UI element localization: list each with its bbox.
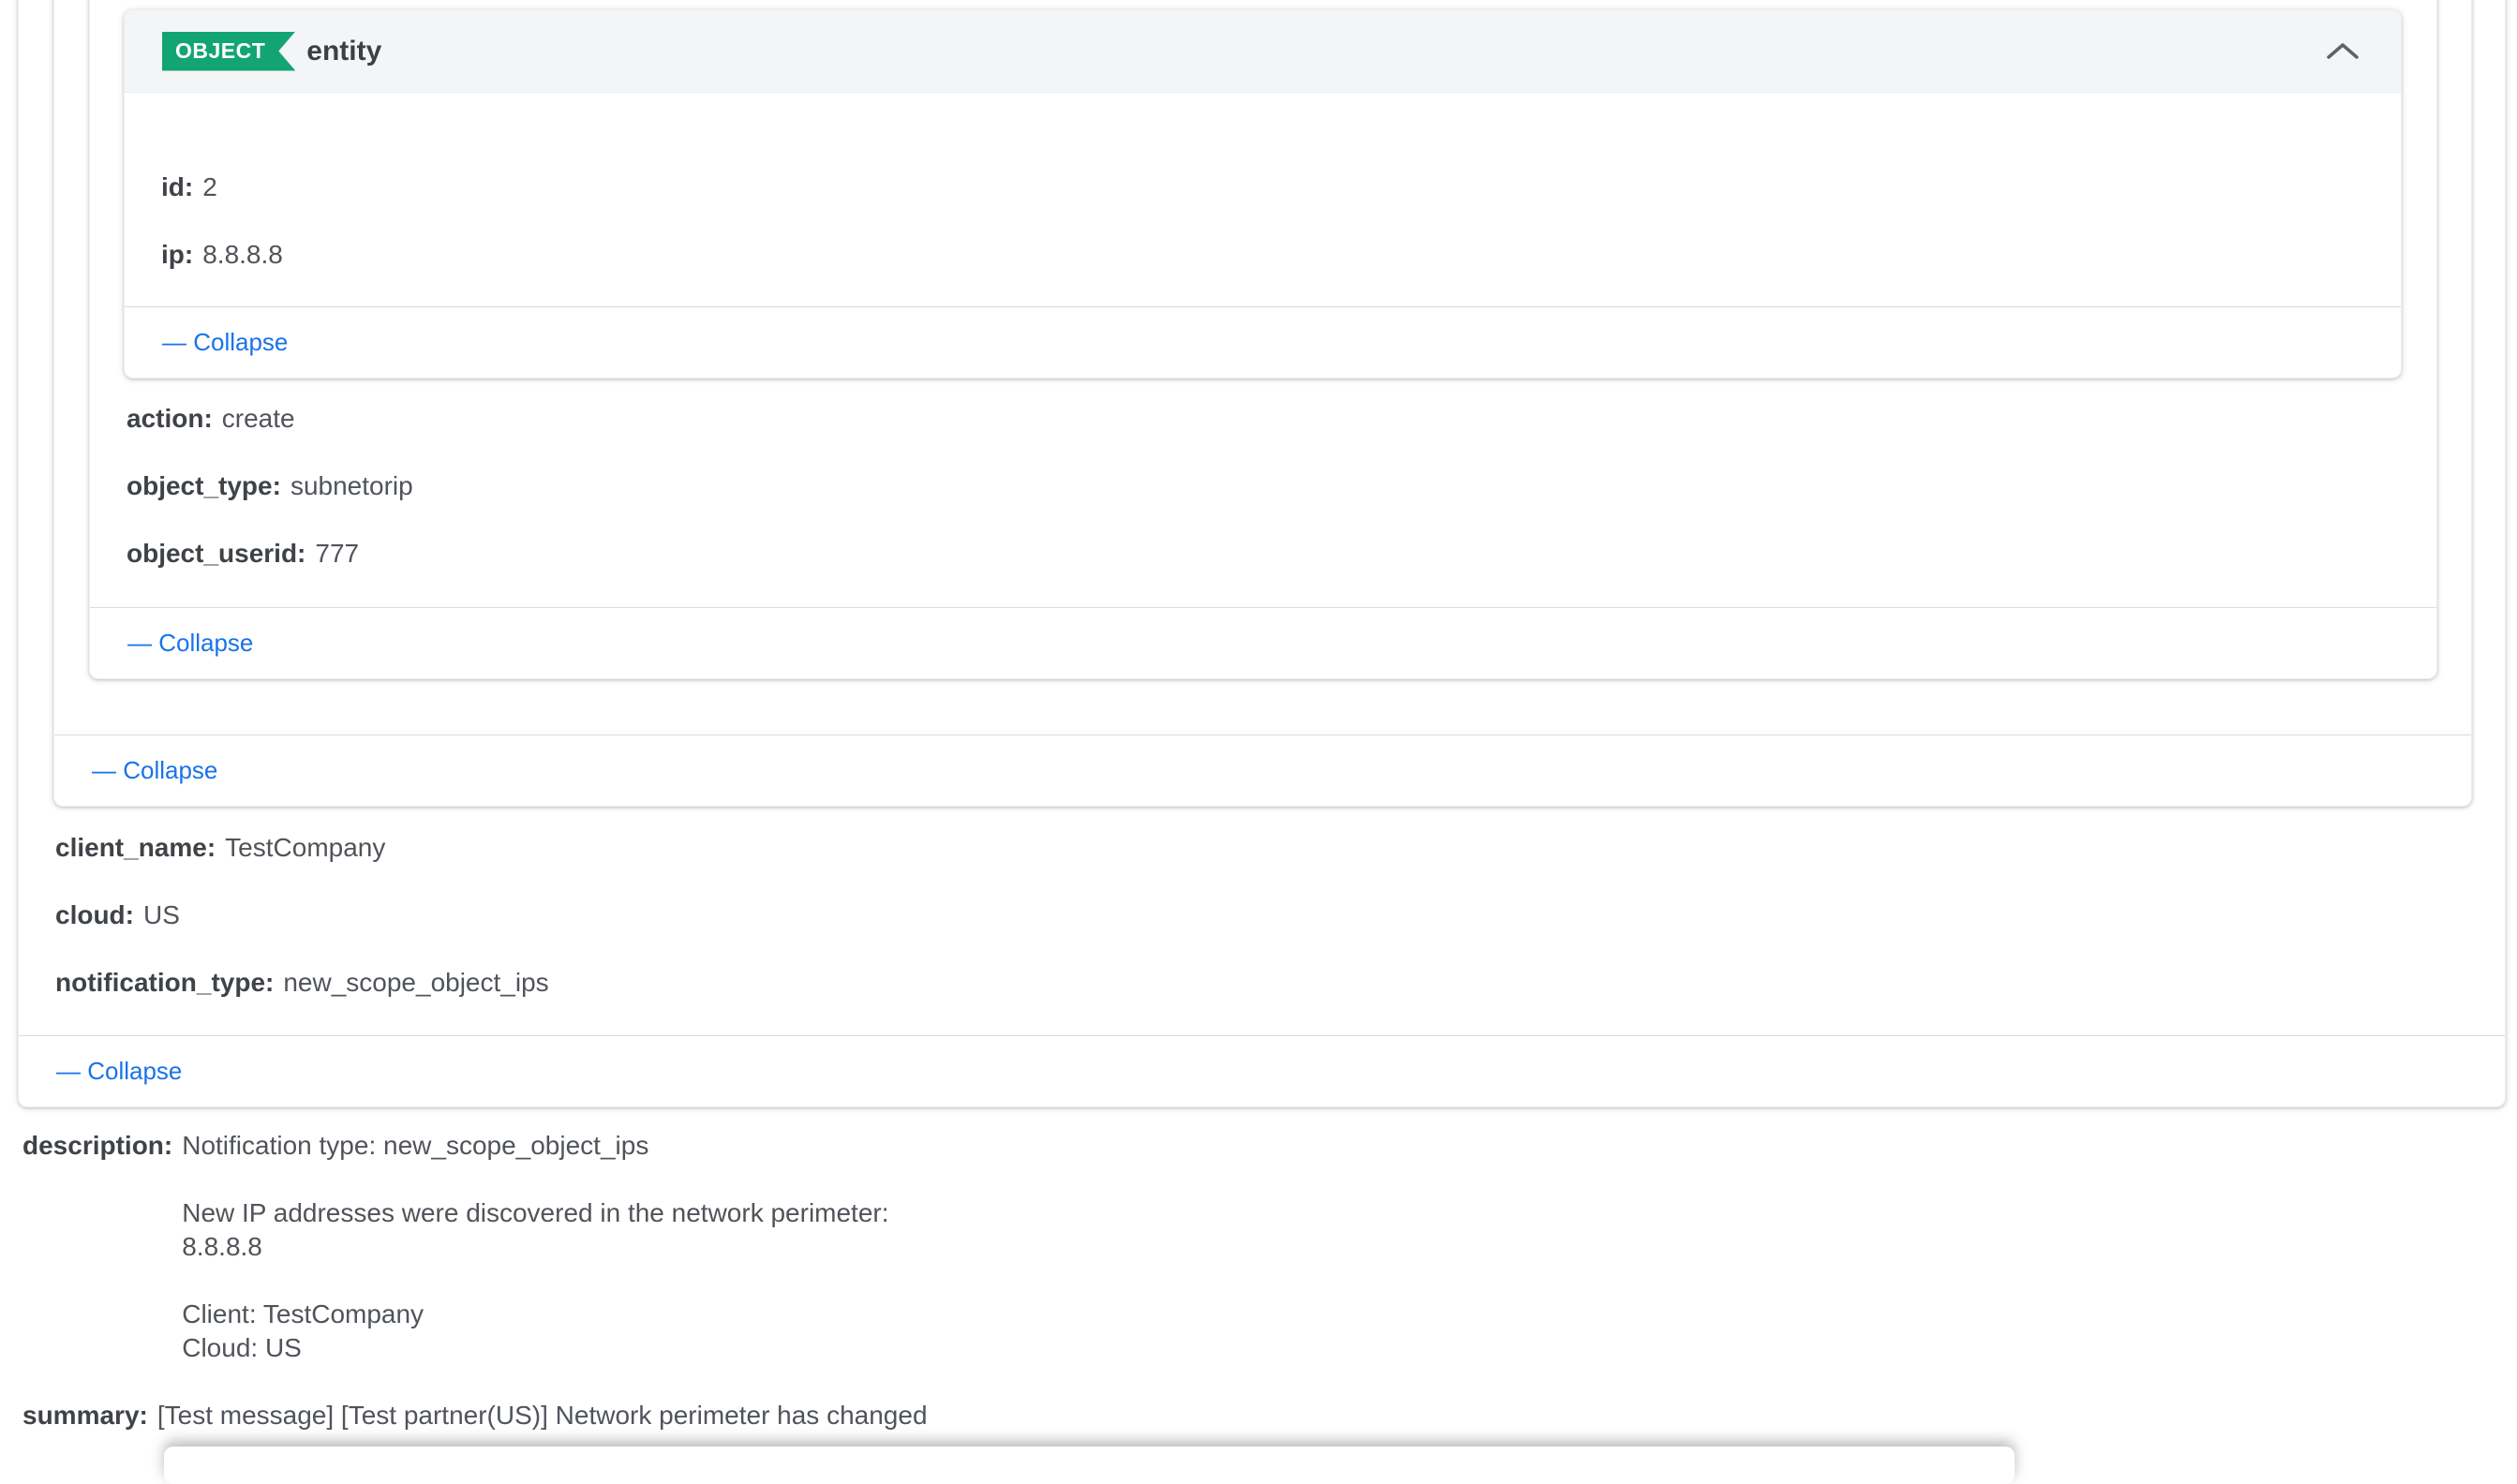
field-label-ip: ip:	[161, 240, 193, 269]
field-label-client-name: client_name:	[55, 833, 216, 862]
field-value-summary: [Test message] [Test partner(US)] Networ…	[157, 1399, 928, 1432]
entity-card-header: OBJECT entity	[125, 10, 2401, 93]
field-row-summary: summary: [Test message] [Test partner(US…	[22, 1399, 928, 1432]
field-row-description: description: Notification type: new_scop…	[22, 1129, 889, 1365]
field-value-object-userid: 777	[315, 539, 359, 568]
field-value-cloud: US	[143, 900, 180, 929]
field-value-description: Notification type: new_scope_object_ips …	[182, 1129, 888, 1365]
outer-collapse-link[interactable]: — Collapse	[56, 1057, 182, 1086]
field-row-notification-type: notification_type: new_scope_object_ips	[55, 967, 549, 999]
field-value-id: 2	[202, 172, 217, 201]
object-type-badge: OBJECT	[162, 32, 295, 71]
field-value-action: create	[222, 404, 295, 433]
field-value-notification-type: new_scope_object_ips	[283, 968, 548, 997]
field-value-client-name: TestCompany	[225, 833, 385, 862]
field-row-id: id: 2	[161, 171, 217, 203]
chevron-up-icon[interactable]	[2322, 31, 2363, 72]
notification-detail-page: { "colors": { "badge_green": "#12a573", …	[0, 0, 2517, 1443]
entity-card-title: entity	[306, 36, 381, 67]
field-value-object-type: subnetorip	[290, 471, 413, 500]
field-value-ip: 8.8.8.8	[202, 240, 283, 269]
object-collapse-link[interactable]: — Collapse	[127, 629, 253, 658]
field-row-action: action: create	[127, 403, 295, 435]
field-row-cloud: cloud: US	[55, 899, 180, 931]
field-label-cloud: cloud:	[55, 900, 134, 929]
field-label-notification-type: notification_type:	[55, 968, 274, 997]
entity-header-title-group: OBJECT entity	[162, 32, 381, 71]
field-row-ip: ip: 8.8.8.8	[161, 239, 283, 271]
wrapper-card-footer: — Collapse	[54, 735, 2471, 806]
field-label-object-type: object_type:	[127, 471, 281, 500]
field-label-id: id:	[161, 172, 193, 201]
field-label-summary: summary:	[22, 1399, 148, 1432]
entity-collapse-link[interactable]: — Collapse	[162, 328, 288, 357]
next-section-shadow	[164, 1447, 2015, 1484]
field-label-action: action:	[127, 404, 213, 433]
entity-card: OBJECT entity — Collapse	[124, 9, 2402, 378]
outer-card-footer: — Collapse	[19, 1035, 2505, 1106]
wrapper-collapse-link[interactable]: — Collapse	[92, 756, 217, 785]
object-card-footer: — Collapse	[90, 607, 2436, 678]
field-label-object-userid: object_userid:	[127, 539, 305, 568]
field-row-client-name: client_name: TestCompany	[55, 832, 385, 864]
field-row-object-userid: object_userid: 777	[127, 538, 359, 570]
chevron-up-glyph	[2326, 42, 2360, 61]
field-row-object-type: object_type: subnetorip	[127, 470, 413, 502]
entity-card-footer: — Collapse	[125, 306, 2401, 378]
field-label-description: description:	[22, 1129, 172, 1163]
